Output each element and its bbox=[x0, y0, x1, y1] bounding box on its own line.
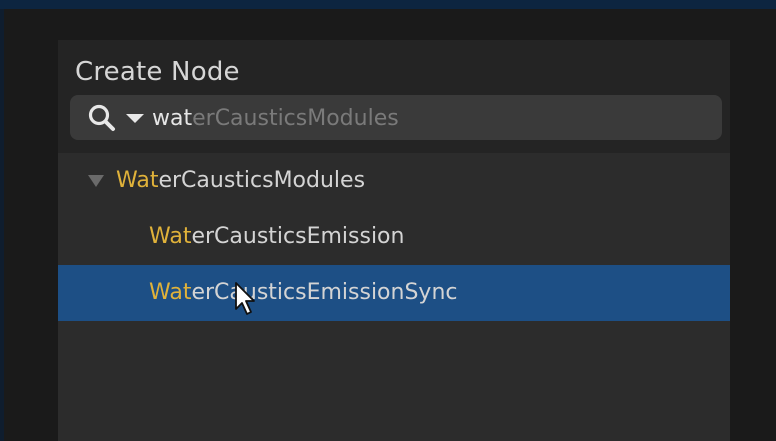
match-highlight: Wat bbox=[116, 168, 159, 193]
result-item-selected[interactable]: WaterCausticsEmissionSync bbox=[149, 278, 457, 308]
mouse-cursor-icon bbox=[235, 282, 255, 315]
search-typed-text: wat bbox=[152, 106, 193, 131]
search-query[interactable]: waterCausticsModules bbox=[152, 100, 399, 138]
item-label: erCausticsEmissionSync bbox=[191, 280, 458, 305]
item-label: erCausticsModules bbox=[158, 168, 366, 193]
match-highlight: Wat bbox=[149, 224, 192, 249]
search-suggestion-text: erCausticsModules bbox=[192, 106, 399, 131]
window-top-strip bbox=[0, 0, 776, 9]
expand-triangle-icon[interactable] bbox=[86, 173, 106, 189]
match-highlight: Wat bbox=[149, 280, 192, 305]
item-label: erCausticsEmission bbox=[191, 224, 405, 249]
search-icon[interactable] bbox=[86, 103, 120, 133]
result-item-category[interactable]: WaterCausticsModules bbox=[116, 166, 365, 196]
chevron-down-icon[interactable] bbox=[124, 110, 146, 126]
frame-edge bbox=[0, 9, 4, 441]
result-item[interactable]: WaterCausticsEmission bbox=[149, 222, 404, 252]
dialog-title: Create Node bbox=[75, 57, 240, 87]
